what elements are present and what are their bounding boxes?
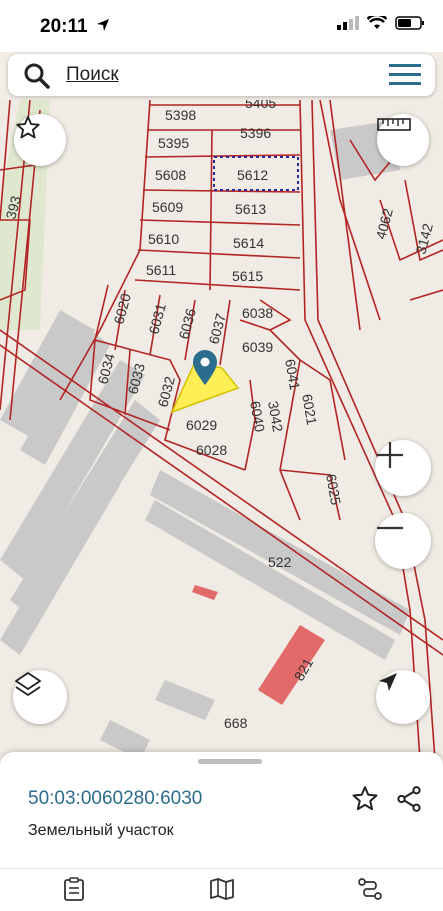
parcel-label: 5609 <box>152 199 183 215</box>
my-location-button[interactable] <box>376 670 430 724</box>
layers-icon <box>15 672 41 696</box>
status-time: 20:11 <box>40 16 88 37</box>
parcel-label: 5405 <box>245 100 276 111</box>
map-icon <box>210 878 234 900</box>
parcel-label: 668 <box>224 715 248 731</box>
parcel-label: 5396 <box>240 125 271 141</box>
cadastral-number[interactable]: 50:03:0060280:6030 <box>28 788 202 810</box>
signal-icon <box>337 16 359 30</box>
status-bar: 20:11 <box>0 0 443 52</box>
parcel-label: 6029 <box>186 417 217 433</box>
parcel-label: 5612 <box>237 167 268 183</box>
parcel-label: 522 <box>268 554 292 570</box>
tab-bar <box>0 868 443 911</box>
parcel-label: 6038 <box>242 305 273 321</box>
cadastral-map[interactable]: 5398 5405 5395 5396 5608 5612 5609 5613 … <box>0 100 443 760</box>
parcel-label: 5608 <box>155 167 186 183</box>
parcel-label: 5613 <box>235 201 266 217</box>
menu-icon[interactable] <box>389 64 421 86</box>
parcel-label: 5611 <box>146 262 176 278</box>
parcel-label: 5614 <box>233 235 264 251</box>
tab-routes[interactable] <box>355 877 385 903</box>
wifi-icon <box>367 16 387 29</box>
object-type: Земельный участок <box>28 822 174 839</box>
search-icon[interactable] <box>24 63 50 89</box>
parcel-label: 6039 <box>242 339 273 355</box>
zoom-in-button[interactable] <box>375 440 431 496</box>
parcel-label: 5395 <box>158 135 189 151</box>
parcel-label: 5610 <box>148 231 179 247</box>
minus-icon <box>377 526 403 530</box>
tab-map[interactable] <box>207 877 237 903</box>
ruler-button[interactable] <box>377 114 429 166</box>
parcel-label: 6028 <box>196 442 227 458</box>
star-icon[interactable] <box>350 784 380 814</box>
clipboard-icon <box>64 877 84 901</box>
battery-icon <box>395 16 424 30</box>
search-bar[interactable]: Поиск <box>8 54 435 96</box>
plus-icon <box>377 442 403 468</box>
parcel-label: 5615 <box>232 268 263 284</box>
zoom-out-button[interactable] <box>375 513 431 569</box>
layers-button[interactable] <box>13 670 67 724</box>
star-icon <box>16 115 40 139</box>
map-canvas[interactable]: 5398 5405 5395 5396 5608 5612 5609 5613 … <box>0 100 443 760</box>
share-icon[interactable] <box>394 784 424 814</box>
tab-details[interactable] <box>59 877 89 903</box>
sheet-drag-handle[interactable] <box>198 759 262 764</box>
ruler-icon <box>377 118 411 131</box>
parcel-label: 5398 <box>165 107 196 123</box>
search-label[interactable]: Поиск <box>66 64 119 86</box>
parcel-info-sheet[interactable]: 50:03:0060280:6030 Земельный участок <box>0 752 443 872</box>
navigation-arrow-icon <box>379 673 397 691</box>
favorite-button[interactable] <box>14 114 66 166</box>
route-icon <box>358 878 382 900</box>
location-arrow-icon <box>97 19 109 31</box>
